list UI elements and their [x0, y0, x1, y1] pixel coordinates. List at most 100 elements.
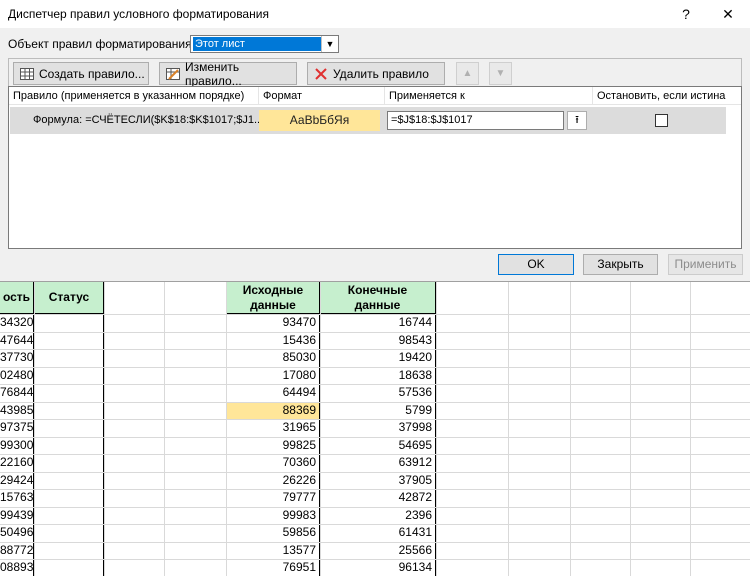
- column-header-final-line1: Конечные: [347, 282, 408, 297]
- cell-final[interactable]: 98543: [320, 331, 436, 350]
- cell-source[interactable]: 59856: [226, 524, 320, 543]
- cell-left-partial[interactable]: 99439: [0, 506, 34, 525]
- new-rule-button[interactable]: Создать правило...: [13, 62, 149, 85]
- cell-left-partial[interactable]: 88772: [0, 541, 34, 560]
- cell-final[interactable]: 57536: [320, 384, 436, 403]
- cell-status[interactable]: [34, 349, 104, 368]
- cell-source[interactable]: 64494: [226, 384, 320, 403]
- cell-source[interactable]: 85030: [226, 349, 320, 368]
- cell-left-partial[interactable]: 97375: [0, 419, 34, 438]
- cell-final[interactable]: 2396: [320, 506, 436, 525]
- cell-final[interactable]: 63912: [320, 454, 436, 473]
- cell-status[interactable]: [34, 314, 104, 333]
- column-header-rule[interactable]: Правило (применяется в указанном порядке…: [9, 87, 259, 105]
- close-button[interactable]: Закрыть: [583, 254, 658, 275]
- cell-status[interactable]: [34, 436, 104, 455]
- cell-left-partial[interactable]: 43985: [0, 401, 34, 420]
- dialog-titlebar[interactable]: Диспетчер правил условного форматировани…: [0, 0, 750, 28]
- cell-final[interactable]: 5799: [320, 401, 436, 420]
- cell-left-partial[interactable]: 29424: [0, 471, 34, 490]
- cell-status[interactable]: [34, 506, 104, 525]
- help-icon[interactable]: ?: [676, 4, 696, 24]
- cell-source[interactable]: 76951: [226, 559, 320, 576]
- spreadsheet-grid[interactable]: ость Статус Исходные данные Конечные дан…: [0, 282, 750, 576]
- column-header-applies-to[interactable]: Применяется к: [385, 87, 593, 105]
- rules-table[interactable]: Правило (применяется в указанном порядке…: [8, 86, 742, 249]
- column-header-partial[interactable]: ость: [0, 282, 34, 314]
- cell-status[interactable]: [34, 541, 104, 560]
- rules-toolbar: Создать правило... Изменить правило... У…: [8, 58, 742, 88]
- apply-button[interactable]: Применить: [668, 254, 743, 275]
- applies-to-input[interactable]: =$J$18:$J$1017: [387, 111, 564, 130]
- column-header-stop-if-true[interactable]: Остановить, если истина: [593, 87, 741, 105]
- cell-final[interactable]: 96134: [320, 559, 436, 576]
- scope-label: Объект правил форматирования:: [8, 37, 195, 51]
- rule-formula: Формула: =СЧЁТЕСЛИ($K$18:$K$1017;$J1...: [33, 114, 264, 126]
- cell-source[interactable]: 99825: [226, 436, 320, 455]
- delete-rule-label: Удалить правило: [333, 66, 429, 81]
- cell-source[interactable]: 13577: [226, 541, 320, 560]
- column-header-format[interactable]: Формат: [259, 87, 385, 105]
- cell-source[interactable]: 17080: [226, 366, 320, 385]
- grid-line: [0, 314, 750, 315]
- cell-source[interactable]: 31965: [226, 419, 320, 438]
- cell-left-partial[interactable]: 76844: [0, 384, 34, 403]
- chevron-down-icon[interactable]: ▼: [321, 36, 338, 52]
- column-header-partial-text: ость: [2, 290, 31, 304]
- ok-button[interactable]: OK: [498, 254, 574, 275]
- cell-status[interactable]: [34, 559, 104, 576]
- cell-source[interactable]: 99983: [226, 506, 320, 525]
- edit-rule-button[interactable]: Изменить правило...: [159, 60, 297, 88]
- cell-status[interactable]: [34, 419, 104, 438]
- cell-left-partial[interactable]: 50496: [0, 524, 34, 543]
- cell-source[interactable]: 26226: [226, 471, 320, 490]
- collapse-dialog-button[interactable]: ⭱: [567, 111, 587, 130]
- cell-left-partial[interactable]: 34320: [0, 314, 34, 333]
- cell-status[interactable]: [34, 384, 104, 403]
- close-icon[interactable]: ✕: [718, 4, 738, 24]
- cell-source[interactable]: 93470: [226, 314, 320, 333]
- cell-status[interactable]: [34, 366, 104, 385]
- cell-final[interactable]: 18638: [320, 366, 436, 385]
- cell-left-partial[interactable]: 47644: [0, 331, 34, 350]
- delete-rule-button[interactable]: Удалить правило: [307, 62, 445, 85]
- cell-final[interactable]: 61431: [320, 524, 436, 543]
- cell-status[interactable]: [34, 401, 104, 420]
- move-down-button[interactable]: ▼: [489, 62, 512, 85]
- column-header-status-text: Статус: [48, 290, 90, 304]
- grid-line: [570, 282, 571, 576]
- stop-if-true-checkbox[interactable]: [655, 114, 668, 127]
- cell-final[interactable]: 54695: [320, 436, 436, 455]
- cell-source[interactable]: 15436: [226, 331, 320, 350]
- grid-line: [0, 541, 750, 543]
- cell-left-partial[interactable]: 02480: [0, 366, 34, 385]
- column-header-status[interactable]: Статус: [34, 282, 104, 314]
- cell-left-partial[interactable]: 99300: [0, 436, 34, 455]
- cell-status[interactable]: [34, 454, 104, 473]
- column-header-final[interactable]: Конечные данные: [320, 282, 436, 314]
- cell-left-partial[interactable]: 37730: [0, 349, 34, 368]
- cell-final[interactable]: 42872: [320, 489, 436, 508]
- cell-left-partial[interactable]: 22160: [0, 454, 34, 473]
- cell-left-partial[interactable]: 15763: [0, 489, 34, 508]
- collapse-arrow-icon: ⭱: [575, 114, 579, 126]
- cell-final[interactable]: 37998: [320, 419, 436, 438]
- cell-status[interactable]: [34, 331, 104, 350]
- cell-final[interactable]: 19420: [320, 349, 436, 368]
- cell-source[interactable]: 70360: [226, 454, 320, 473]
- cell-final[interactable]: 16744: [320, 314, 436, 333]
- cell-status[interactable]: [34, 489, 104, 508]
- column-header-source[interactable]: Исходные данные: [226, 282, 320, 314]
- cell-status[interactable]: [34, 471, 104, 490]
- grid-line: [630, 282, 631, 576]
- rule-row[interactable]: Формула: =СЧЁТЕСЛИ($K$18:$K$1017;$J1... …: [10, 107, 726, 134]
- scope-select[interactable]: Этот лист ▼: [190, 35, 339, 53]
- cell-final[interactable]: 25566: [320, 541, 436, 560]
- cell-source[interactable]: 88369: [226, 401, 320, 420]
- cell-source[interactable]: 79777: [226, 489, 320, 508]
- move-up-button[interactable]: ▲: [456, 62, 479, 85]
- cell-left-partial[interactable]: 08893: [0, 559, 34, 576]
- cell-status[interactable]: [34, 524, 104, 543]
- grid-line: [0, 454, 750, 455]
- cell-final[interactable]: 37905: [320, 471, 436, 490]
